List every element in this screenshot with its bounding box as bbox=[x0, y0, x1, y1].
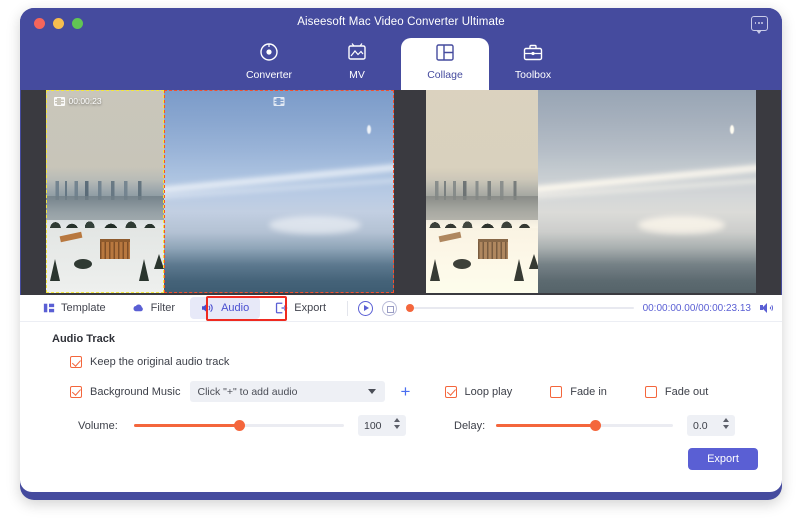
preview-cell-snow-city bbox=[426, 90, 538, 293]
background-music-label: Background Music bbox=[90, 386, 181, 398]
delay-value: 0.0 bbox=[693, 420, 708, 432]
delay-control: Delay: 0.0 bbox=[454, 415, 735, 436]
collage-layout-preview bbox=[426, 90, 756, 293]
sky-sea-image bbox=[164, 90, 394, 293]
clip-duration-badge: 00:00:23 bbox=[54, 96, 102, 106]
film-strip-icon bbox=[54, 97, 65, 106]
volume-stepper[interactable] bbox=[394, 418, 400, 429]
fade-out-label: Fade out bbox=[665, 386, 708, 398]
fade-out-option: Fade out bbox=[645, 386, 708, 398]
chevron-down-icon bbox=[368, 389, 376, 394]
tool-tab-template-label: Template bbox=[61, 302, 106, 314]
filter-cloud-icon bbox=[132, 302, 145, 314]
delay-label: Delay: bbox=[454, 420, 496, 432]
background-music-checkbox[interactable] bbox=[70, 386, 82, 398]
tool-tab-export[interactable]: Export bbox=[264, 297, 337, 319]
fade-in-option: Fade in bbox=[550, 386, 607, 398]
sky-sea-image-preview bbox=[538, 90, 756, 293]
audio-speaker-icon bbox=[201, 302, 215, 314]
fade-in-checkbox[interactable] bbox=[550, 386, 562, 398]
volume-slider-fill bbox=[134, 424, 239, 427]
delay-stepper[interactable] bbox=[723, 418, 729, 429]
main-nav: Converter MV Collage bbox=[20, 38, 782, 90]
keep-original-checkbox[interactable] bbox=[70, 356, 82, 368]
audio-track-heading: Audio Track bbox=[52, 333, 782, 345]
delay-slider-fill bbox=[496, 424, 595, 427]
volume-slider[interactable] bbox=[134, 424, 344, 427]
preview-stage: 00:00:23 bbox=[20, 90, 782, 295]
nav-tab-collage[interactable]: Collage bbox=[401, 38, 489, 90]
volume-value-field[interactable]: 100 bbox=[358, 415, 406, 436]
export-arrow-icon bbox=[275, 302, 288, 314]
playback-controls: 00:00:00.00/00:00:23.13 bbox=[358, 301, 782, 316]
tool-tab-audio[interactable]: Audio bbox=[190, 297, 260, 319]
fade-in-label: Fade in bbox=[570, 386, 607, 398]
nav-tab-converter-label: Converter bbox=[246, 69, 292, 81]
background-music-select[interactable]: Click "+" to add audio bbox=[190, 381, 385, 402]
snow-city-image-preview bbox=[426, 90, 538, 293]
playback-options: Loop play Fade in Fade out bbox=[445, 386, 709, 398]
collage-layout-edit: 00:00:23 bbox=[46, 90, 394, 293]
output-preview bbox=[401, 90, 781, 295]
play-circle-icon[interactable] bbox=[358, 301, 373, 316]
tool-tab-filter-label: Filter bbox=[151, 302, 175, 314]
loop-play-label: Loop play bbox=[465, 386, 513, 398]
editor-toolbar: Template Filter Audio bbox=[20, 295, 782, 322]
nav-tab-collage-label: Collage bbox=[427, 69, 463, 81]
template-grid-icon bbox=[43, 302, 55, 314]
volume-control: Volume: 100 bbox=[78, 415, 406, 436]
feedback-bubble-icon[interactable] bbox=[751, 16, 768, 31]
loop-play-checkbox[interactable] bbox=[445, 386, 457, 398]
app-title: Aiseesoft Mac Video Converter Ultimate bbox=[20, 16, 782, 28]
delay-slider[interactable] bbox=[496, 424, 673, 427]
volume-slider-handle[interactable] bbox=[234, 420, 245, 431]
snow-city-image bbox=[46, 90, 164, 293]
audio-settings-form: Audio Track Keep the original audio trac… bbox=[20, 322, 782, 436]
background-music-row: Background Music Click "+" to add audio … bbox=[70, 381, 782, 402]
playback-timeline[interactable] bbox=[406, 307, 634, 309]
volume-icon[interactable] bbox=[760, 303, 772, 313]
stop-circle-icon[interactable] bbox=[382, 301, 397, 316]
fade-out-checkbox[interactable] bbox=[645, 386, 657, 398]
time-display: 00:00:00.00/00:00:23.13 bbox=[643, 303, 751, 314]
app-window: Aiseesoft Mac Video Converter Ultimate C… bbox=[20, 8, 782, 500]
slider-row-group: Volume: 100 Delay: bbox=[78, 415, 782, 436]
clip-duration-text: 00:00:23 bbox=[69, 96, 102, 106]
collage-grid-icon bbox=[433, 41, 457, 65]
feedback-dots bbox=[755, 22, 764, 24]
loop-play-option: Loop play bbox=[445, 386, 513, 398]
tool-tab-template[interactable]: Template bbox=[32, 297, 117, 319]
nav-tab-converter[interactable]: Converter bbox=[225, 38, 313, 90]
tool-tab-audio-label: Audio bbox=[221, 302, 249, 314]
delay-value-field[interactable]: 0.0 bbox=[687, 415, 735, 436]
tool-tab-export-label: Export bbox=[294, 302, 326, 314]
preview-cell-sky-sea bbox=[538, 90, 756, 293]
nav-tab-toolbox[interactable]: Toolbox bbox=[489, 38, 577, 90]
playhead-handle[interactable] bbox=[406, 304, 414, 312]
title-bar: Aiseesoft Mac Video Converter Ultimate bbox=[20, 8, 782, 38]
mv-photo-icon bbox=[345, 41, 369, 65]
background-music-select-value: Click "+" to add audio bbox=[198, 386, 298, 398]
add-audio-button[interactable]: + bbox=[395, 381, 417, 402]
editor-canvas[interactable]: 00:00:23 bbox=[21, 90, 401, 295]
toolbar-divider bbox=[347, 301, 348, 316]
nav-tab-toolbox-label: Toolbox bbox=[515, 69, 551, 81]
delay-slider-handle[interactable] bbox=[590, 420, 601, 431]
volume-label: Volume: bbox=[78, 420, 134, 432]
collage-cell-snow-city[interactable]: 00:00:23 bbox=[46, 90, 164, 293]
nav-tab-mv-label: MV bbox=[349, 69, 365, 81]
tool-tab-filter[interactable]: Filter bbox=[121, 297, 186, 319]
toolbox-icon bbox=[521, 41, 545, 65]
nav-tab-mv[interactable]: MV bbox=[313, 38, 401, 90]
bottom-panel: Template Filter Audio bbox=[20, 295, 782, 492]
film-strip-icon-secondary bbox=[273, 97, 284, 106]
export-button[interactable]: Export bbox=[688, 448, 758, 470]
volume-value: 100 bbox=[364, 420, 382, 432]
keep-original-label: Keep the original audio track bbox=[90, 356, 229, 368]
converter-disc-icon bbox=[257, 41, 281, 65]
collage-cell-sky-sea[interactable] bbox=[164, 90, 394, 293]
keep-original-row: Keep the original audio track bbox=[70, 356, 782, 368]
